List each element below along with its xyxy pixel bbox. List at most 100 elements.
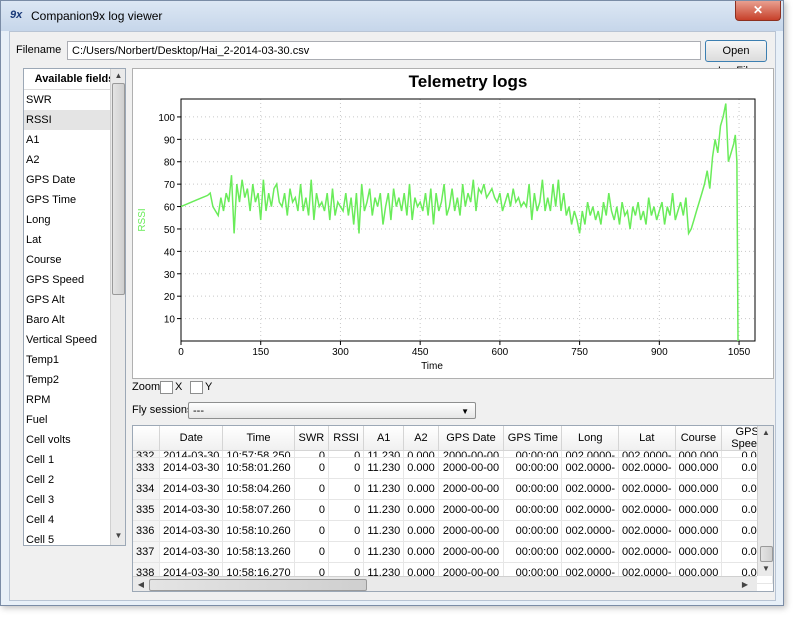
chevron-down-icon: ▼ [461, 407, 469, 416]
x-tick-label: 900 [651, 347, 668, 358]
table-hscrollbar[interactable]: ◀ ▶ [133, 576, 757, 591]
rssi-series-line [180, 103, 739, 342]
x-tick-label: 0 [178, 347, 184, 358]
table-cell: 0 [294, 457, 330, 479]
table-cell: 2000-00-00 [438, 520, 505, 542]
table-scroll-left-icon[interactable]: ◀ [135, 580, 147, 589]
scroll-up-icon[interactable]: ▲ [111, 71, 125, 80]
app-icon: 9x [10, 9, 23, 21]
table-row[interactable]: 337 2014-03-30 10:58:13.260 0 0 11.230 0.000 20… [133, 541, 773, 563]
table-vscrollbar[interactable]: ▲ ▼ [757, 426, 773, 576]
table-cell: 0.000 [403, 450, 439, 458]
table-cell: 2000-00-00 [438, 541, 505, 563]
table-row[interactable]: 334 2014-03-30 10:58:04.260 0 0 11.230 0.000 20… [133, 478, 773, 500]
y-tick-label: 90 [164, 135, 176, 146]
log-viewer-window: 9x Companion9x log viewer ✕ Filename C:/… [0, 0, 784, 606]
filename-field[interactable]: C:/Users/Norbert/Desktop/Hai_2-2014-03-3… [67, 41, 701, 60]
close-button[interactable]: ✕ [735, 1, 781, 21]
table-cell: 002.0000- [618, 450, 676, 458]
table-cell: 0 [328, 520, 365, 542]
table-cell: 000.000 [675, 450, 723, 458]
available-fields-list[interactable]: Available fields SWR RSSI A1 A2 GPS Date GPS … [23, 68, 126, 546]
x-tick-label: 300 [332, 347, 349, 358]
table-scroll-down-icon[interactable]: ▼ [758, 564, 773, 573]
row-index: 332 [133, 450, 161, 458]
fields-scrollbar[interactable]: ▲ ▼ [110, 69, 125, 545]
scroll-down-icon[interactable]: ▼ [111, 531, 125, 540]
log-table[interactable]: Date Time SWR RSSI A1 A2 GPS Date GPS Time Long L… [132, 425, 774, 592]
fly-sessions-label: Fly sessions [132, 404, 193, 416]
table-cell: 0.000 [403, 499, 439, 521]
table-cell: 2014-03-30 [159, 541, 224, 563]
table-cell: 11.230 [363, 520, 405, 542]
title-bar[interactable]: 9x Companion9x log viewer ✕ [1, 1, 783, 31]
table-cell: 002.0000- [618, 478, 676, 500]
table-cell: 10:58:13.260 [222, 541, 295, 563]
column-header[interactable]: RSSI [328, 426, 365, 451]
table-scroll-up-icon[interactable]: ▲ [758, 428, 773, 437]
table-cell: 2014-03-30 [159, 499, 224, 521]
zoom-x-label: X [175, 381, 183, 393]
y-tick-label: 70 [164, 180, 176, 191]
row-index: 334 [133, 478, 161, 500]
table-cell: 002.0000- [618, 499, 676, 521]
table-header-row: Date Time SWR RSSI A1 A2 GPS Date GPS Time Long L… [133, 426, 773, 451]
table-cell: 2000-00-00 [438, 450, 505, 458]
column-header[interactable]: Lat [618, 426, 676, 451]
table-cell: 002.0000- [618, 457, 676, 479]
close-icon: ✕ [752, 3, 764, 17]
table-cell: 2000-00-00 [438, 457, 505, 479]
open-logfile-button[interactable]: Open LogFile [705, 40, 767, 77]
table-cell: 10:58:10.260 [222, 520, 295, 542]
table-vscroll-thumb[interactable] [760, 546, 773, 562]
zoom-y-checkbox[interactable] [190, 381, 203, 394]
table-cell: 002.0000- [618, 520, 676, 542]
table-cell: 0 [294, 499, 330, 521]
table-cell: 002.0000- [561, 541, 620, 563]
table-cell: 00:00:00 [503, 457, 563, 479]
table-cell: 002.0000- [561, 478, 620, 500]
column-header[interactable]: A1 [363, 426, 405, 451]
table-cell: 0.000 [403, 478, 439, 500]
table-row[interactable]: 333 2014-03-30 10:58:01.260 0 0 11.230 0.000 20… [133, 457, 773, 479]
column-header[interactable]: Course [675, 426, 723, 451]
x-tick-label: 1050 [728, 347, 751, 358]
table-cell: 11.230 [363, 457, 405, 479]
column-header[interactable]: Time [222, 426, 295, 451]
table-cell: 000.000 [675, 520, 723, 542]
table-row[interactable]: 336 2014-03-30 10:58:10.260 0 0 11.230 0.000 20… [133, 520, 773, 542]
column-header[interactable]: A2 [403, 426, 439, 451]
table-cell: 0 [294, 478, 330, 500]
row-index: 337 [133, 541, 161, 563]
table-cell: 10:57:58.250 [222, 450, 295, 458]
table-scroll-right-icon[interactable]: ▶ [739, 580, 751, 589]
y-tick-label: 10 [164, 315, 176, 326]
column-header[interactable]: Date [159, 426, 224, 451]
column-header[interactable]: GPS Date [438, 426, 505, 451]
table-cell: 000.000 [675, 499, 723, 521]
zoom-x-checkbox[interactable] [160, 381, 173, 394]
window-title: Companion9x log viewer [31, 9, 163, 23]
table-body: 332 2014-03-30 10:57:58.250 0 0 11.230 0.000 20… [133, 450, 773, 584]
fields-scroll-thumb[interactable] [112, 83, 125, 295]
x-tick-label: 450 [412, 347, 429, 358]
column-header[interactable]: Long [561, 426, 620, 451]
column-header[interactable]: SWR [294, 426, 330, 451]
table-cell: 0 [328, 450, 365, 458]
fly-sessions-select[interactable]: --- ▼ [188, 402, 476, 419]
table-cell: 00:00:00 [503, 520, 563, 542]
column-header[interactable]: GPS Time [503, 426, 563, 451]
y-tick-label: 80 [164, 158, 176, 169]
log-table-grid: Date Time SWR RSSI A1 A2 GPS Date GPS Time Long L… [133, 426, 773, 584]
chart-svg: Telemetry logs 10 20 30 40 50 60 70 80 90 100 0 150 3… [137, 72, 756, 372]
x-tick-label: 150 [252, 347, 269, 358]
table-row[interactable]: 335 2014-03-30 10:58:07.260 0 0 11.230 0.000 20… [133, 499, 773, 521]
table-hscroll-thumb[interactable] [149, 579, 367, 591]
client-area: Filename C:/Users/Norbert/Desktop/Hai_2-… [9, 31, 776, 601]
table-cell: 0 [294, 541, 330, 563]
plot-area-frame [180, 98, 756, 342]
table-cell: 0 [294, 450, 330, 458]
table-row[interactable]: 332 2014-03-30 10:57:58.250 0 0 11.230 0.000 20… [133, 450, 773, 458]
fly-sessions-value: --- [193, 405, 204, 417]
telemetry-plot[interactable]: Telemetry logs 10 20 30 40 50 60 70 80 90 100 0 150 3… [132, 68, 774, 379]
